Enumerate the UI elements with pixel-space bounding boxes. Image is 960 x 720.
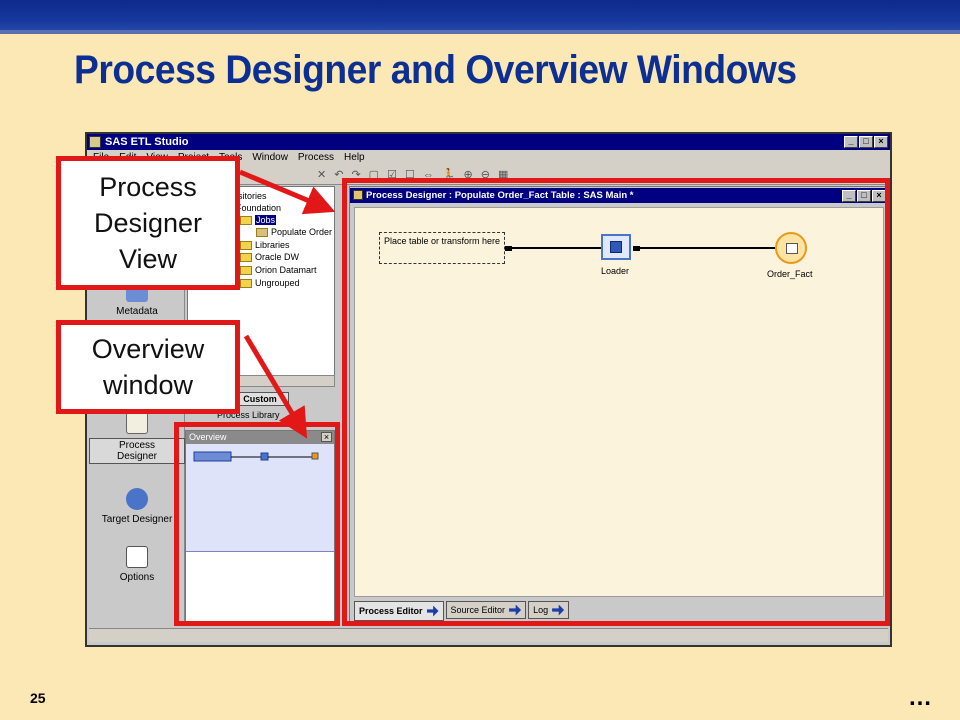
menu-process[interactable]: Process	[298, 152, 334, 163]
overview-highlight-frame	[174, 422, 340, 626]
tree-label: Populate Order	[271, 227, 333, 237]
designer-highlight-frame	[342, 178, 890, 626]
status-bar	[89, 628, 888, 642]
minimize-button[interactable]: _	[844, 136, 858, 148]
process-designer-icon	[126, 412, 148, 434]
tree-item[interactable]: Ungrouped	[240, 278, 300, 288]
window-controls: _ □ ×	[844, 136, 888, 148]
menu-window[interactable]: Window	[252, 152, 288, 163]
shortcut-label: Target Designer	[101, 514, 173, 525]
options-icon	[126, 546, 148, 568]
tree-label: Foundation	[236, 203, 282, 213]
tree-item[interactable]: Foundation	[236, 203, 281, 213]
shortcut-options[interactable]: Options	[89, 546, 185, 583]
job-icon	[256, 227, 268, 237]
tree-item-jobs[interactable]: Jobs	[240, 215, 277, 225]
banner-stripe	[0, 30, 960, 34]
slide-top-banner	[0, 0, 960, 34]
shortcut-label: Metadata	[116, 306, 158, 317]
folder-icon	[240, 252, 252, 262]
delete-icon[interactable]: ✕	[317, 168, 326, 181]
tree-item-job[interactable]: Populate Order	[256, 227, 332, 237]
tree-label: Orion Datamart	[255, 265, 317, 275]
folder-icon	[240, 215, 252, 225]
tree-label: Libraries	[255, 240, 290, 250]
callout-process-designer-view: Process Designer View	[56, 156, 240, 290]
target-designer-icon	[126, 488, 148, 510]
folder-icon	[240, 278, 252, 288]
sas-app-icon	[89, 136, 101, 148]
shortcut-target-designer[interactable]: Target Designer	[89, 488, 185, 525]
slide-number: 25	[30, 690, 46, 706]
tree-item[interactable]: Orion Datamart	[240, 265, 317, 275]
maximize-button[interactable]: □	[859, 136, 873, 148]
close-button[interactable]: ×	[874, 136, 888, 148]
folder-icon	[240, 265, 252, 275]
tree-label: Oracle DW	[255, 252, 300, 262]
tree-label: Ungrouped	[255, 278, 300, 288]
app-title: SAS ETL Studio	[105, 136, 189, 148]
more-indicator: …	[908, 684, 933, 711]
menu-help[interactable]: Help	[344, 152, 365, 163]
tree-label: Jobs	[255, 215, 277, 225]
tree-item[interactable]: Oracle DW	[240, 252, 299, 262]
shortcut-label: Options	[119, 572, 155, 583]
shortcut-process-designer[interactable]: Process Designer	[89, 412, 185, 464]
app-titlebar: SAS ETL Studio _ □ ×	[87, 134, 890, 150]
folder-icon	[240, 240, 252, 250]
shortcut-label: Process Designer	[89, 438, 185, 464]
callout-overview-window: Overview window	[56, 320, 240, 414]
tree-item[interactable]: Libraries	[240, 240, 290, 250]
slide-title: Process Designer and Overview Windows	[74, 48, 797, 92]
